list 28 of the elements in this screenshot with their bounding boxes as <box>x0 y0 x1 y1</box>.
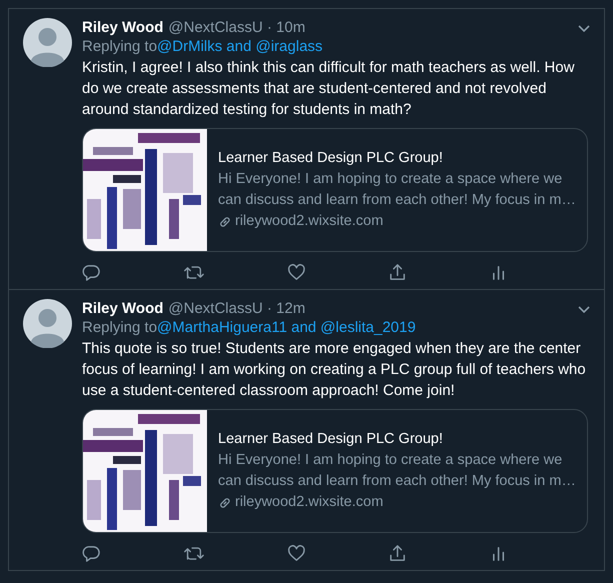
replying-label: Replying to <box>82 319 158 336</box>
replying-label: Replying to <box>82 38 158 55</box>
card-domain: rileywood2.wixsite.com <box>235 212 384 231</box>
card-title: Learner Based Design PLC Group! <box>218 430 444 449</box>
share-icon[interactable] <box>388 262 407 282</box>
share-icon[interactable] <box>388 544 407 562</box>
reply-icon[interactable] <box>82 544 101 562</box>
handle-and-time: @NextClassU · 10m <box>168 18 306 36</box>
tweet-text: Kristin, I agree! I also think this can difficult for math teachers as well. How do we create assessments that are student-centered and not revolved around standardized testing for students in math? <box>82 58 576 120</box>
mention-link[interactable]: @DrMilks and @iraglass <box>157 38 323 55</box>
link-icon <box>218 496 232 510</box>
heart-icon[interactable] <box>287 544 306 562</box>
avatar-icon[interactable] <box>23 18 72 67</box>
user-name[interactable]: Riley Wood <box>82 300 164 316</box>
link-card[interactable]: Learner Based Design PLC Group! Hi Everyone! I am hoping to create a space where we can discuss and learn from each other! My focus in m… rileywood2.wixsite.com <box>82 409 588 533</box>
card-description: Hi Everyone! I am hoping to create a space where we can discuss and learn from each other! My focus in m… <box>218 170 577 210</box>
avatar-icon[interactable] <box>23 299 72 348</box>
reply-icon[interactable] <box>82 262 101 282</box>
link-card[interactable]: Learner Based Design PLC Group! Hi Everyone! I am hoping to create a space where we can discuss and learn from each other! My focus in m… rileywood2.wixsite.com <box>82 128 588 252</box>
handle-and-time: @NextClassU · 12m <box>168 300 306 316</box>
card-description: Hi Everyone! I am hoping to create a space where we can discuss and learn from each other! My focus in m… <box>218 451 577 491</box>
card-domain: rileywood2.wixsite.com <box>235 493 384 512</box>
user-name[interactable]: Riley Wood <box>82 18 164 36</box>
link-icon <box>218 214 232 228</box>
card-title: Learner Based Design PLC Group! <box>218 149 444 168</box>
heart-icon[interactable] <box>287 262 306 282</box>
mention-link[interactable]: @MarthaHiguera11 and @leslita_2019 <box>157 319 416 336</box>
tweet-text: This quote is so true! Students are more engaged when they are the center focus of learning! I am working on creating a PLC group full of teachers who use a student-centered classroom approach! Come join! <box>82 339 587 401</box>
